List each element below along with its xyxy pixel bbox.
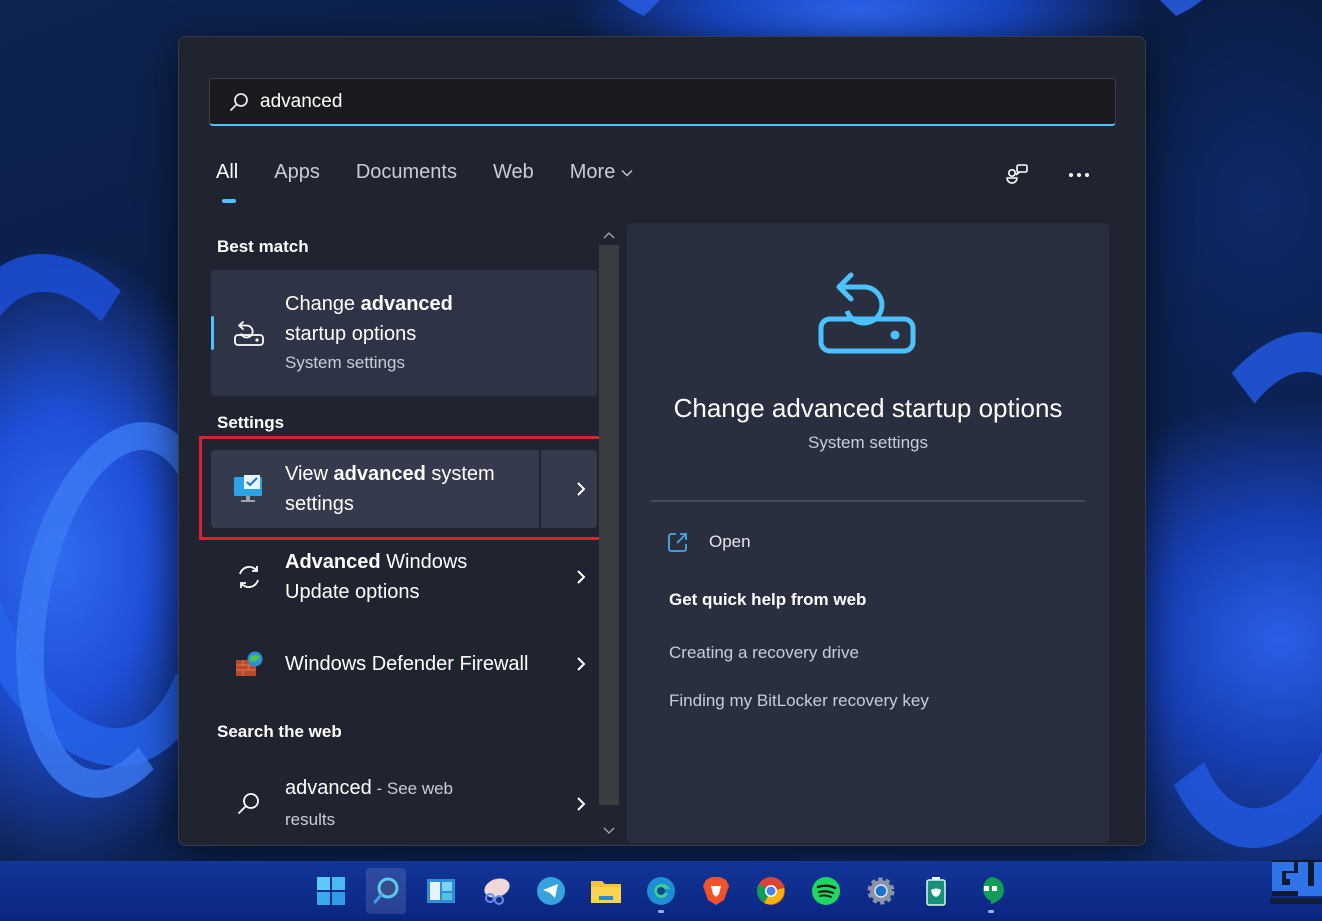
start-icon — [317, 877, 345, 905]
section-search-web: Search the web — [217, 722, 342, 741]
preview-subtitle: System settings — [808, 433, 928, 452]
tab-label: Web — [492, 161, 534, 183]
start-button[interactable] — [311, 868, 351, 914]
firewall-icon — [231, 646, 267, 682]
tab-label: More — [569, 161, 616, 183]
widgets-button[interactable] — [421, 868, 461, 914]
system-monitor-icon — [231, 471, 267, 507]
result-title: advanced - See web results — [285, 777, 454, 829]
result-web-search[interactable]: advanced - See web results — [211, 768, 597, 840]
brave-icon — [703, 877, 729, 905]
preview-divider — [651, 500, 1085, 502]
taskbar — [0, 861, 1322, 921]
search-flyout: All Apps Documents Web More Best match — [178, 36, 1146, 846]
more-options-button[interactable] — [1065, 161, 1093, 189]
scroll-up-icon[interactable] — [601, 227, 617, 243]
edge-button[interactable] — [641, 868, 681, 914]
tab-label: Documents — [355, 161, 457, 183]
file-explorer-button[interactable] — [586, 868, 626, 914]
best-match-subtitle: System settings — [285, 353, 405, 372]
search-icon — [373, 877, 399, 904]
search-input[interactable] — [260, 90, 1060, 113]
brave-button[interactable] — [696, 868, 736, 914]
chevron-down-icon — [621, 169, 633, 176]
telegram-icon — [537, 877, 565, 905]
help-link[interactable]: Finding my BitLocker recovery key — [669, 691, 929, 711]
results-scrollbar[interactable] — [597, 223, 621, 843]
open-label: Open — [709, 532, 751, 551]
taskbar-icons — [311, 861, 1011, 921]
spotify-button[interactable] — [806, 868, 846, 914]
snipping-tool-icon — [484, 878, 510, 905]
settings-icon — [867, 877, 895, 905]
result-title: Advanced Windows Update options — [285, 551, 468, 603]
chevron-right-icon[interactable] — [575, 569, 587, 585]
running-indicator — [988, 910, 994, 913]
result-advanced-windows-update[interactable]: Advanced Windows Update options — [211, 538, 597, 616]
battery-app-icon — [926, 877, 946, 906]
tab-all[interactable]: All — [216, 161, 239, 203]
settings-button[interactable] — [861, 868, 901, 914]
taskbar-search-button[interactable] — [366, 868, 406, 914]
best-match-title: Change advanced startup options — [285, 293, 453, 345]
startup-recovery-icon — [818, 272, 916, 354]
chevron-right-icon[interactable] — [575, 481, 587, 497]
filter-tabs: All Apps Documents Web More — [216, 161, 669, 203]
tab-label: Apps — [274, 161, 320, 183]
chrome-icon — [757, 877, 785, 905]
result-divider — [539, 450, 541, 528]
search-icon — [230, 92, 248, 111]
scrollbar-thumb[interactable] — [599, 245, 619, 805]
chrome-button[interactable] — [751, 868, 791, 914]
preview-pane: Change advanced startup options System s… — [627, 223, 1109, 843]
file-explorer-icon — [591, 881, 621, 903]
battery-app-button[interactable] — [916, 868, 956, 914]
result-view-advanced-system-settings[interactable]: View advanced system settings — [211, 450, 597, 528]
selection-indicator — [211, 316, 214, 350]
search-icon — [231, 786, 267, 822]
telegram-button[interactable] — [531, 868, 571, 914]
tab-web[interactable]: Web — [493, 161, 534, 184]
best-match-result[interactable]: Change advanced startup options System se… — [211, 270, 597, 396]
section-best-match: Best match — [217, 237, 309, 256]
edge-icon — [647, 877, 675, 905]
widgets-icon — [427, 879, 455, 903]
feedback-button[interactable] — [1003, 161, 1031, 189]
chevron-right-icon[interactable] — [575, 796, 587, 812]
chevron-right-icon[interactable] — [575, 656, 587, 672]
feedback-icon — [1006, 164, 1028, 184]
spotify-icon — [812, 877, 840, 905]
tab-documents[interactable]: Documents — [356, 161, 457, 184]
wallpaper-swirl — [1115, 314, 1322, 866]
help-link[interactable]: Creating a recovery drive — [669, 643, 859, 663]
scroll-down-icon[interactable] — [601, 823, 617, 839]
tab-label: All — [216, 161, 239, 183]
refresh-icon — [231, 559, 267, 595]
result-title: View advanced system settings — [285, 463, 495, 515]
best-match-text: Change advanced startup options System se… — [285, 289, 535, 377]
result-title: Windows Defender Firewall — [285, 653, 529, 675]
open-button[interactable]: Open — [667, 531, 751, 553]
tab-more[interactable]: More — [570, 161, 634, 184]
startup-recovery-icon — [231, 315, 267, 351]
search-box[interactable] — [209, 78, 1116, 126]
snipping-tool-button[interactable] — [476, 868, 516, 914]
preview-title: Change advanced startup options — [673, 393, 1063, 423]
result-windows-defender-firewall[interactable]: Windows Defender Firewall — [211, 625, 597, 703]
running-indicator — [658, 910, 664, 913]
more-options-icon — [1069, 173, 1089, 177]
header-actions — [1003, 161, 1093, 189]
quick-help-heading: Get quick help from web — [669, 590, 867, 609]
hangouts-button[interactable] — [971, 868, 1011, 914]
results-list: Best match Change advanced startup option… — [209, 223, 599, 843]
tab-apps[interactable]: Apps — [274, 161, 320, 184]
open-external-icon — [668, 533, 687, 552]
watermark-logo — [1270, 860, 1322, 904]
section-settings: Settings — [217, 413, 285, 432]
hangouts-icon — [983, 877, 1004, 904]
